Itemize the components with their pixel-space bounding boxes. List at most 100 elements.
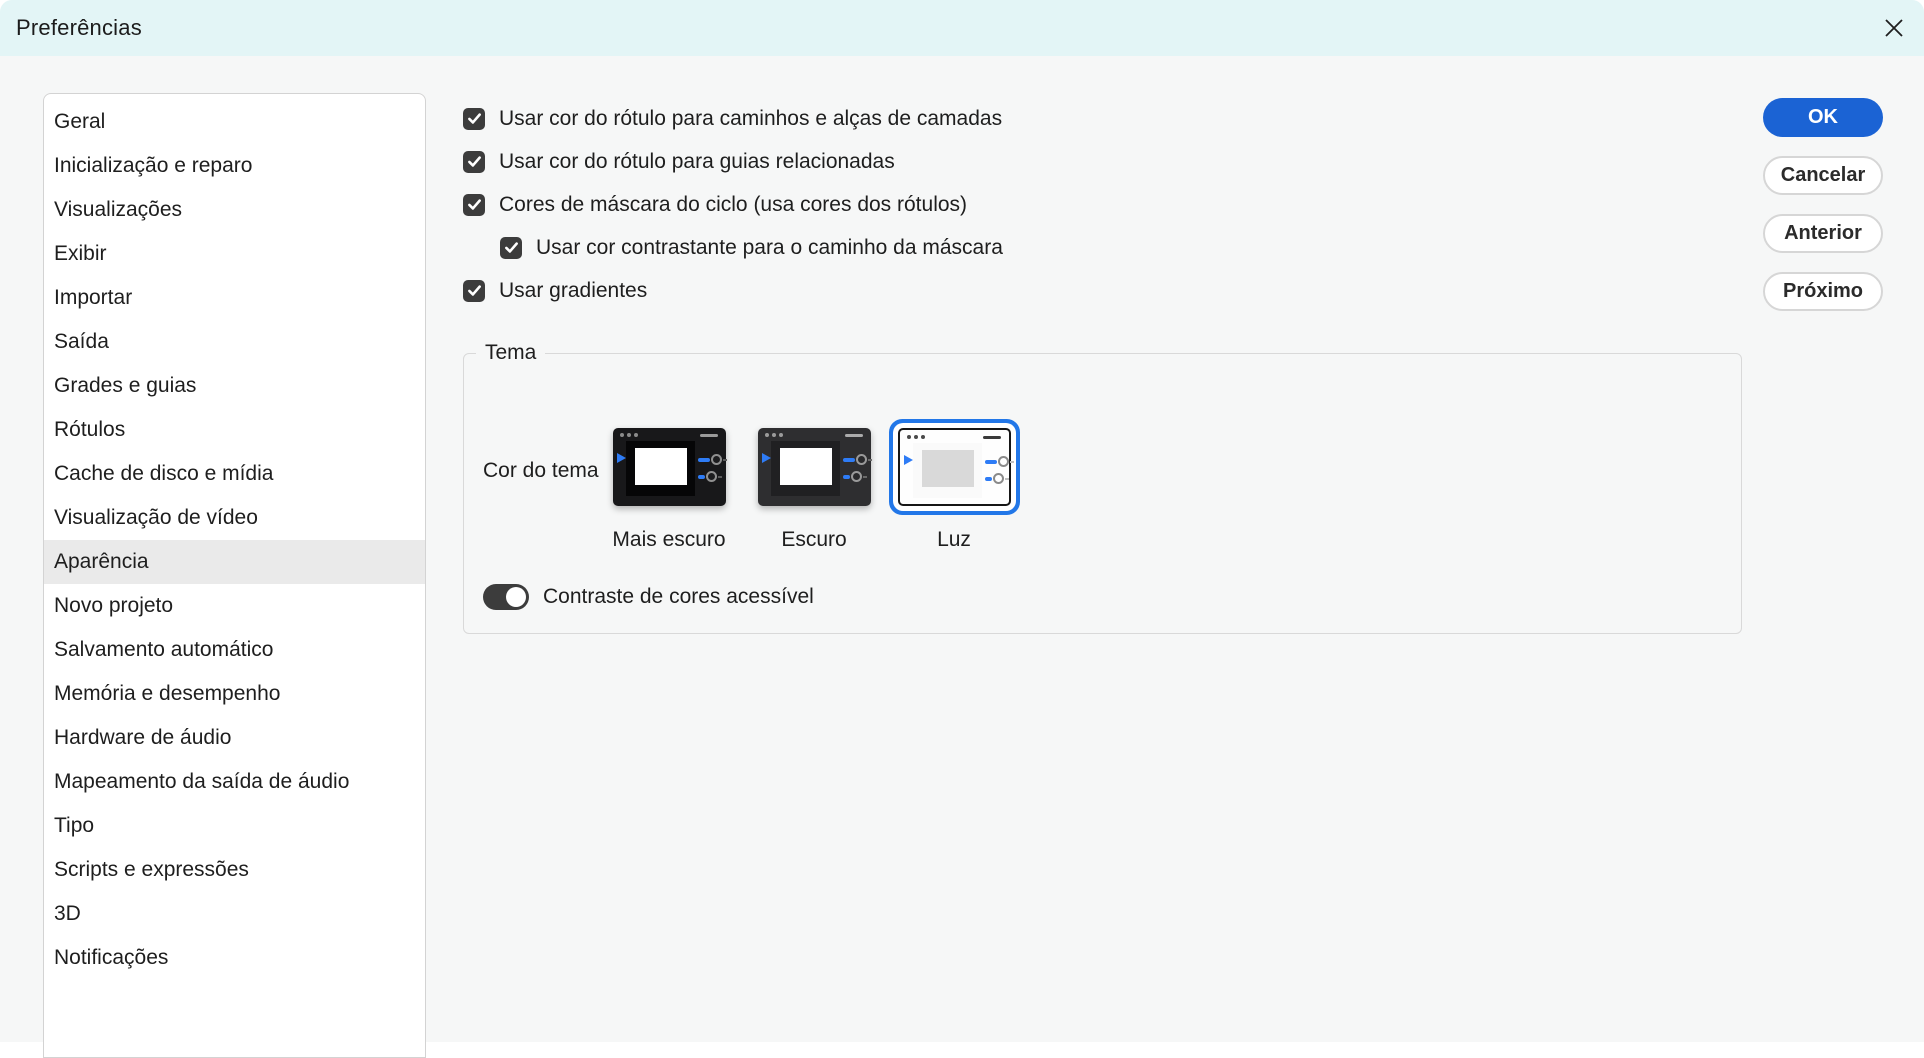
button-label: OK [1808,106,1838,128]
theme-option-light[interactable] [898,428,1014,506]
option-row: Usar cor contrastante para o caminho da … [463,226,1003,269]
window-dash-icon [983,436,1001,439]
cancelar-button[interactable]: Cancelar [1763,156,1883,195]
checkbox[interactable] [463,193,485,216]
sidebar-item-label: Memória e desempenho [54,682,281,705]
slider-row-icon [843,454,872,465]
sidebar-item-label: Hardware de áudio [54,726,232,749]
sidebar-item-salvamento-autom-tico[interactable]: Salvamento automático [44,628,425,672]
sidebar-item-scripts-e-express-es[interactable]: Scripts e expressões [44,848,425,892]
sidebar-item-hardware-de-udio[interactable]: Hardware de áudio [44,716,425,760]
anterior-button[interactable]: Anterior [1763,214,1883,253]
sidebar-item-grades-e-guias[interactable]: Grades e guias [44,364,425,408]
sidebar-item-r-tulos[interactable]: Rótulos [44,408,425,452]
option-label: Usar cor do rótulo para caminhos e alças… [499,106,1003,130]
accessible-contrast-label: Contraste de cores acessível [543,585,814,608]
sidebar-item-label: Mapeamento da saída de áudio [54,770,350,793]
theme-groupbox: Tema Cor do tema Mais escuro Escuro Luz Co… [463,341,1742,634]
theme-legend: Tema [485,341,537,364]
checkbox[interactable] [500,236,522,259]
window-dots-icon [620,433,638,437]
sidebar-item-label: Saída [54,330,109,353]
slider-row-icon [843,471,867,482]
play-icon [904,455,913,465]
sidebar-item-label: Tipo [54,814,95,837]
theme-option-darkest[interactable] [613,428,727,506]
sidebar-item-label: Geral [54,110,106,133]
sidebar-item-visualiza-es[interactable]: Visualizações [44,188,425,232]
ok-button[interactable]: OK [1763,98,1883,137]
accessible-contrast-toggle[interactable] [483,584,529,610]
sidebar-item-label: Salvamento automático [54,638,274,661]
close-button[interactable] [1876,10,1912,46]
check-icon [467,156,481,167]
sidebar-item-label: Scripts e expressões [54,858,249,881]
sidebar-item-apar-ncia[interactable]: Aparência [44,540,425,584]
theme-option-label: Luz [937,528,971,551]
toggle-knob-icon [506,587,526,607]
sidebar-item-label: Inicialização e reparo [54,154,253,177]
sidebar-item-cache-de-disco-e-m-dia[interactable]: Cache de disco e mídia [44,452,425,496]
sidebar-item-label: Novo projeto [54,594,174,617]
option-row: Cores de máscara do ciclo (usa cores dos… [463,183,1003,226]
theme-option-dark[interactable] [758,428,872,506]
check-icon [467,113,481,124]
sidebar-item-novo-projeto[interactable]: Novo projeto [44,584,425,628]
slider-row-icon [698,471,722,482]
sidebar-item-label: Visualização de vídeo [54,506,258,529]
window-dash-icon [845,434,863,437]
option-row: Usar cor do rótulo para guias relacionad… [463,140,1003,183]
sidebar-item-label: Visualizações [54,198,183,221]
theme-color-label: Cor do tema [483,459,599,482]
close-icon [1885,19,1903,37]
window-dots-icon [907,435,925,439]
sidebar-item-sa-da[interactable]: Saída [44,320,425,364]
sidebar-item-3d[interactable]: 3D [44,892,425,936]
option-label: Cores de máscara do ciclo (usa cores dos… [499,192,968,216]
dialog-title: Preferências [16,15,142,40]
option-label: Usar cor do rótulo para guias relacionad… [499,149,895,173]
sidebar-item-inicializa-o-e-reparo[interactable]: Inicialização e reparo [44,144,425,188]
window-dash-icon [700,434,718,437]
sidebar-item-mapeamento-da-sa-da-de-udio[interactable]: Mapeamento da saída de áudio [44,760,425,804]
sidebar-item-label: Notificações [54,946,169,969]
thumb-viewer [780,448,832,485]
preferences-dialog: { "window": { "title": "Preferências" },… [0,0,1924,1058]
check-icon [467,285,481,296]
slider-row-icon [698,454,727,465]
appearance-options: Usar cor do rótulo para caminhos e alças… [463,97,1003,312]
titlebar: Preferências [0,0,1924,56]
thumb-viewer [922,450,974,487]
sidebar-item-label: Exibir [54,242,107,265]
sidebar-item-visualiza-o-de-v-deo[interactable]: Visualização de vídeo [44,496,425,540]
sidebar-item-label: Grades e guias [54,374,197,397]
sidebar-item-label: 3D [54,902,81,925]
button-label: Anterior [1784,222,1862,244]
sidebar-item-tipo[interactable]: Tipo [44,804,425,848]
pr-ximo-button[interactable]: Próximo [1763,272,1883,311]
sidebar-item-exibir[interactable]: Exibir [44,232,425,276]
play-icon [617,453,626,463]
option-label: Usar cor contrastante para o caminho da … [536,235,1003,259]
check-icon [504,242,518,253]
sidebar-item-notifica-es[interactable]: Notificações [44,936,425,980]
button-label: Próximo [1782,280,1864,302]
sidebar-item-label: Rótulos [54,418,126,441]
sidebar-item-label: Cache de disco e mídia [54,462,274,485]
sidebar-item-importar[interactable]: Importar [44,276,425,320]
checkbox[interactable] [463,150,485,173]
checkbox[interactable] [463,279,485,302]
slider-row-icon [985,473,1009,484]
option-label: Usar gradientes [499,278,648,302]
play-icon [762,453,771,463]
sidebar-item-mem-ria-e-desempenho[interactable]: Memória e desempenho [44,672,425,716]
window-dots-icon [765,433,783,437]
button-label: Cancelar [1780,164,1866,186]
checkbox[interactable] [463,107,485,130]
thumb-viewer [635,448,687,485]
preferences-sidebar: Geral Inicialização e reparo Visualizações… [43,93,426,1058]
sidebar-item-label: Importar [54,286,133,309]
sidebar-item-label: Aparência [54,550,149,573]
sidebar-item-geral[interactable]: Geral [44,100,425,144]
option-row: Usar cor do rótulo para caminhos e alças… [463,97,1003,140]
